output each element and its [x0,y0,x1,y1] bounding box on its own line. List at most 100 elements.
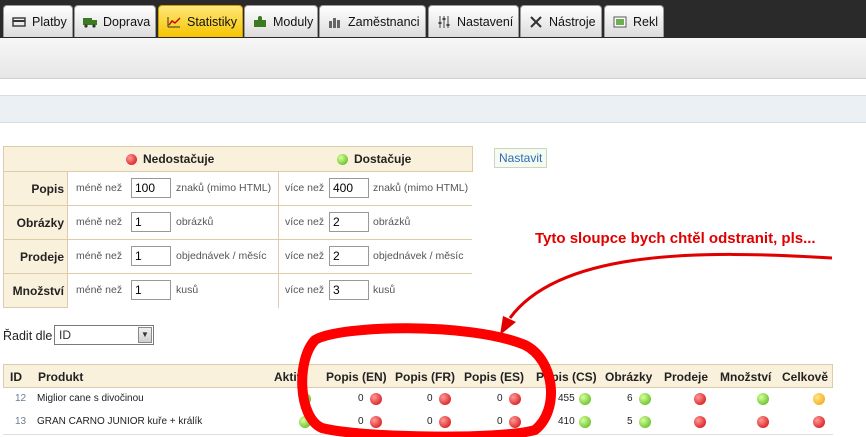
col-prodeje[interactable]: Prodeje [664,370,708,384]
sufficient-cell: více než obrázků [278,206,473,240]
mnozstvi-min-input[interactable] [131,280,171,300]
more-than-label: více než [285,216,325,228]
mnozstvi-max-input[interactable] [329,280,369,300]
set-button[interactable]: Nastavit [494,148,548,168]
sort-value: ID [59,328,71,342]
truck-icon [83,16,97,28]
insufficient-cell: méně než objednávek / měsíc [67,240,278,274]
tab-label: Rekl [633,14,659,29]
tab-nastaveni[interactable]: Nastavení [428,5,519,37]
popis-min-input[interactable] [131,178,171,198]
tab-rekl[interactable]: Rekl [604,5,664,37]
col-id[interactable]: ID [10,370,22,384]
unit-label: objednávek / měsíc [373,250,464,262]
insufficient-cell: méně než kusů [67,274,278,308]
sufficient-cell: více než objednávek / měsíc [278,240,473,274]
popis-es-status-icon [509,416,521,428]
chevron-down-icon[interactable]: ▼ [138,327,152,343]
header-insufficient-label: Nedostačuje [143,152,215,166]
unit-label: znaků (mimo HTML) [373,182,469,194]
sliders-icon [437,15,451,28]
tab-label: Statistiky [187,14,238,29]
tab-platby[interactable]: Platby [3,5,73,37]
obrazky-value: 5 [627,416,633,427]
tab-label: Nastavení [457,14,514,29]
aktiv-status-icon[interactable] [299,416,311,428]
row-id: 13 [15,416,27,427]
popis-en-status-icon [370,416,382,428]
obrazky-max-input[interactable] [329,212,369,232]
prodeje-max-input[interactable] [329,246,369,266]
tab-doprava[interactable]: Doprava [74,5,156,37]
annotation-arrow [508,252,833,319]
popis-en-status-icon [370,393,382,405]
header-sufficient: Dostačuje [337,152,411,166]
col-obrazky[interactable]: Obrázky [605,370,652,384]
sort-select[interactable]: ID ▼ [54,325,154,345]
sub-bar [0,95,866,123]
col-celkove[interactable]: Celkově [782,370,828,384]
col-popis-fr[interactable]: Popis (FR) [395,370,455,384]
row-id: 12 [15,393,27,404]
popis-cs-status-icon [579,416,591,428]
tab-label: Moduly [273,14,314,29]
annotation-text: Tyto sloupce bych chtěl odstranit, pls..… [535,230,816,247]
tab-label: Nástroje [549,14,596,29]
popis-max-input[interactable] [329,178,369,198]
people-icon [328,16,342,28]
more-than-label: více než [285,250,325,262]
green-dot-icon [337,153,348,165]
card-icon [12,16,26,28]
tab-moduly[interactable]: Moduly [244,5,318,37]
col-popis-es[interactable]: Popis (ES) [464,370,524,384]
col-popis-cs[interactable]: Popis (CS) [536,370,597,384]
tab-label: Platby [32,14,67,29]
tools-icon [529,15,543,28]
mnozstvi-status-icon [757,393,769,405]
less-than-label: méně než [76,284,123,296]
mnozstvi-status-icon [757,416,769,428]
tab-zamestnanci[interactable]: Zaměstnanci [319,5,426,37]
popis-en-value: 0 [358,393,364,404]
threshold-row-mnozstvi: Množství méně než kusů více než kusů [4,273,473,308]
threshold-row-obrazky: Obrázky méně než obrázků více než obrázk… [4,205,473,240]
obrazky-min-input[interactable] [131,212,171,232]
insufficient-cell: méně než znaků (mimo HTML) [67,172,278,206]
sort-label: Řadit dle [3,329,53,343]
popis-cs-value: 455 [558,393,575,404]
threshold-row-prodeje: Prodeje méně než objednávek / měsíc více… [4,239,473,274]
popis-es-status-icon [509,393,521,405]
col-produkt[interactable]: Produkt [38,370,83,384]
obrazky-status-icon [639,393,651,405]
tab-label: Zaměstnanci [348,14,420,29]
unit-label: obrázků [176,216,214,228]
obrazky-value: 6 [627,393,633,404]
toolbar [0,38,866,79]
prodeje-min-input[interactable] [131,246,171,266]
threshold-settings: Nedostačuje Dostačuje Popis méně než zna… [3,146,473,308]
col-popis-en[interactable]: Popis (EN) [326,370,387,384]
tab-statistiky[interactable]: Statistiky [158,5,243,37]
table-row[interactable]: 13 GRAN CARNO JUNIOR kuře + králík 0 0 0… [3,411,833,435]
header-sufficient-label: Dostačuje [354,152,412,166]
col-mnozstvi[interactable]: Množství [720,370,771,384]
aktiv-status-icon[interactable] [299,393,311,405]
more-than-label: více než [285,182,325,194]
popis-fr-status-icon [439,416,451,428]
less-than-label: méně než [76,250,123,262]
row-name[interactable]: GRAN CARNO JUNIOR kuře + králík [37,416,202,427]
celkove-status-icon [813,393,825,405]
chart-icon [167,16,181,28]
tab-nastroje[interactable]: Nástroje [520,5,602,37]
less-than-label: méně než [76,182,123,194]
less-than-label: méně než [76,216,123,228]
popis-cs-status-icon [579,393,591,405]
prodeje-status-icon [694,416,706,428]
row-name[interactable]: Miglior cane s divočinou [37,393,144,404]
unit-label: objednávek / měsíc [176,250,267,262]
col-aktiv[interactable]: Aktiv [274,370,303,384]
celkove-status-icon [813,416,825,428]
table-row[interactable]: 12 Miglior cane s divočinou 0 0 0 455 6 [3,388,833,412]
product-table: ID Produkt Aktiv Popis (EN) Popis (FR) P… [3,364,833,437]
obrazky-status-icon [639,416,651,428]
